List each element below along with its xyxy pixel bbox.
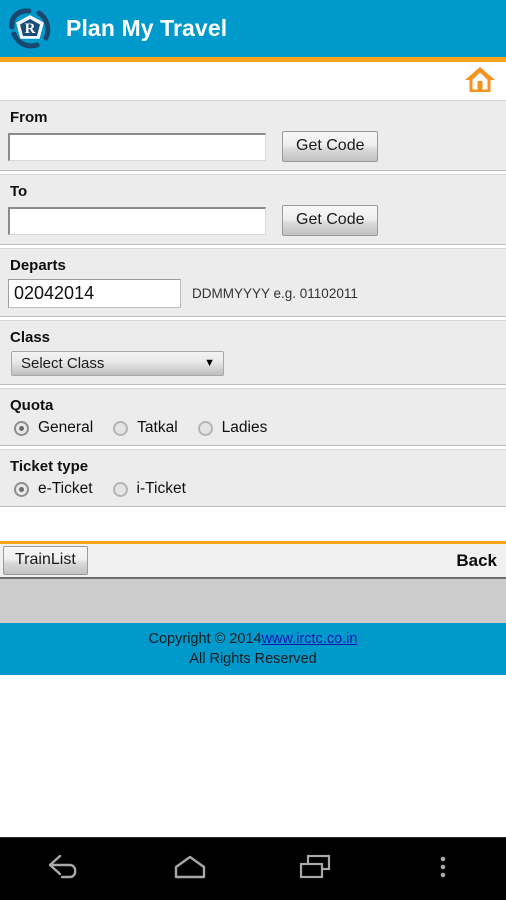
app-title: Plan My Travel (66, 15, 228, 41)
quota-option-label: Ladies (221, 419, 268, 436)
from-section: From Get Code (0, 100, 506, 171)
radio-icon (197, 420, 213, 436)
trainlist-button[interactable]: TrainList (3, 546, 88, 575)
ticket-type-section: Ticket type e-Ticket i-Ticket (0, 449, 506, 507)
nav-overflow-button[interactable] (380, 852, 506, 887)
class-selected-value: Select Class (21, 355, 105, 372)
copyright-text: Copyright © 2014 (148, 631, 262, 647)
rights-text: All Rights Reserved (189, 651, 317, 667)
quota-option-general[interactable]: General (14, 419, 93, 437)
ticket-type-option-i-ticket[interactable]: i-Ticket (112, 480, 186, 498)
content-spacer (0, 510, 506, 541)
class-spinner[interactable]: Select Class ▼ (11, 351, 224, 376)
irctc-logo-icon: R (8, 7, 52, 51)
ticket-type-option-e-ticket[interactable]: e-Ticket (14, 480, 93, 498)
quota-option-label: General (38, 419, 94, 436)
recent-apps-icon (294, 852, 338, 887)
nav-recents-button[interactable] (253, 852, 380, 887)
quota-option-ladies[interactable]: Ladies (197, 419, 268, 437)
page-footer: Copyright © 2014www.irctc.co.in All Righ… (0, 623, 506, 675)
ticket-type-option-label: i-Ticket (136, 480, 186, 497)
radio-icon (14, 481, 29, 497)
to-section: To Get Code (0, 174, 506, 245)
ticket-type-radio-group: e-Ticket i-Ticket (14, 480, 498, 498)
quota-section: Quota General Tatkal Ladies (0, 388, 506, 446)
to-input[interactable] (8, 206, 266, 235)
class-section: Class Select Class ▼ (0, 320, 506, 385)
gray-separator-bar (0, 579, 506, 623)
from-get-code-button[interactable]: Get Code (282, 131, 379, 162)
chevron-down-icon: ▼ (204, 357, 215, 369)
quota-label: Quota (10, 397, 54, 414)
departs-date-input[interactable] (8, 279, 181, 308)
departs-label: Departs (10, 257, 66, 274)
action-bar: TrainList Back (0, 541, 506, 579)
departs-section: Departs DDMMYYYY e.g. 01102011 (0, 248, 506, 317)
radio-icon (14, 420, 29, 436)
svg-text:R: R (25, 21, 36, 37)
home-pentagon-icon (168, 852, 212, 887)
irctc-website-link[interactable]: www.irctc.co.in (262, 631, 358, 647)
app-screen: R Plan My Travel From Get Code To Get Co… (0, 0, 506, 900)
bottom-filler (0, 675, 506, 833)
overflow-menu-icon (428, 852, 458, 887)
quota-option-tatkal[interactable]: Tatkal (113, 419, 178, 437)
android-navigation-bar (0, 837, 506, 900)
toolbar-strip (0, 62, 506, 100)
ticket-type-label: Ticket type (10, 458, 89, 475)
copyright-line: Copyright © 2014www.irctc.co.in (149, 629, 358, 649)
nav-back-button[interactable] (0, 852, 127, 887)
nav-home-button[interactable] (127, 852, 254, 887)
ticket-type-option-label: e-Ticket (38, 480, 93, 497)
class-label: Class (10, 329, 51, 346)
from-label: From (10, 109, 48, 126)
quota-option-label: Tatkal (137, 419, 178, 436)
radio-icon (112, 481, 128, 497)
to-label: To (10, 183, 28, 200)
back-arrow-icon (41, 852, 85, 887)
radio-icon (113, 420, 129, 436)
quota-radio-group: General Tatkal Ladies (14, 419, 498, 437)
home-icon[interactable] (463, 64, 497, 96)
app-bar: R Plan My Travel (0, 0, 506, 57)
to-get-code-button[interactable]: Get Code (282, 205, 379, 236)
back-button[interactable]: Back (456, 551, 497, 571)
departs-format-hint: DDMMYYYY e.g. 01102011 (192, 286, 358, 301)
from-input[interactable] (8, 132, 266, 161)
